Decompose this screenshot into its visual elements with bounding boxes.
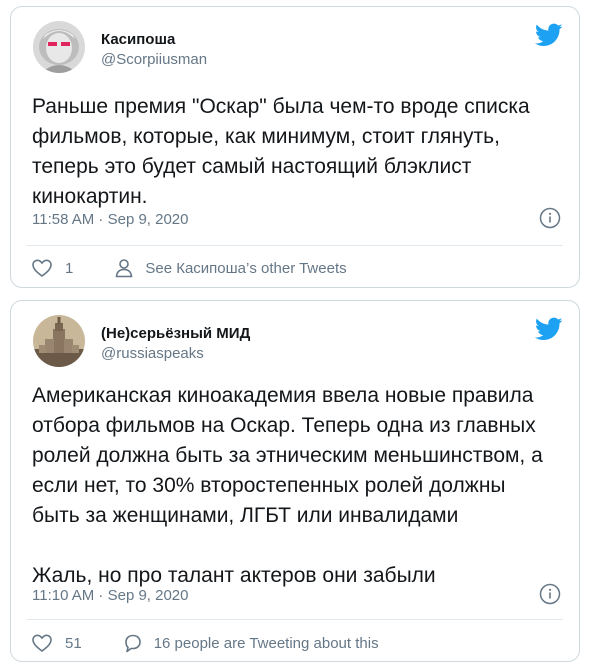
see-other-tweets-label: See Касипоша’s other Tweets — [145, 259, 347, 277]
tweet-text: Американская киноакадемия ввела новые пр… — [32, 384, 543, 587]
twitter-bird-icon[interactable] — [535, 315, 563, 343]
avatar[interactable] — [33, 21, 85, 73]
divider — [27, 619, 563, 620]
tweeting-about-this-link[interactable]: 16 people are Tweeting about this — [122, 632, 379, 654]
tweet-timestamp[interactable]: 11:10 AM · Sep 9, 2020 — [32, 587, 189, 604]
avatar[interactable] — [33, 315, 85, 367]
person-icon — [113, 257, 135, 279]
like-count[interactable]: 1 — [65, 260, 73, 277]
user-handle[interactable]: @Scorpiiusman — [101, 51, 207, 68]
tweet-text: Раньше премия "Оскар" была чем-то вроде … — [32, 95, 530, 208]
user-handle[interactable]: @russiaspeaks — [101, 345, 204, 362]
speech-bubble-icon — [122, 632, 144, 654]
twitter-bird-icon[interactable] — [535, 21, 563, 49]
like-count[interactable]: 51 — [65, 635, 82, 652]
tweet-timestamp[interactable]: 11:58 AM · Sep 9, 2020 — [32, 211, 189, 228]
tweet-card[interactable]: Касипоша @Scorpiiusman Раньше премия "Ос… — [10, 6, 580, 288]
heart-icon[interactable] — [31, 632, 53, 654]
tweet-card[interactable]: (Не)серьёзный МИД @russiaspeaks Американ… — [10, 300, 580, 662]
see-other-tweets-link[interactable]: See Касипоша’s other Tweets — [113, 257, 347, 279]
display-name[interactable]: (Не)серьёзный МИД — [101, 325, 250, 342]
tweet-actions: 51 16 people are Tweeting about this — [31, 631, 559, 655]
info-icon[interactable] — [539, 207, 561, 229]
heart-icon[interactable] — [31, 257, 53, 279]
tweet-actions: 1 See Касипоша’s other Tweets — [31, 256, 559, 280]
tweeting-about-this-label: 16 people are Tweeting about this — [153, 634, 379, 652]
divider — [27, 245, 563, 246]
display-name[interactable]: Касипоша — [101, 31, 175, 48]
info-icon[interactable] — [539, 583, 561, 605]
